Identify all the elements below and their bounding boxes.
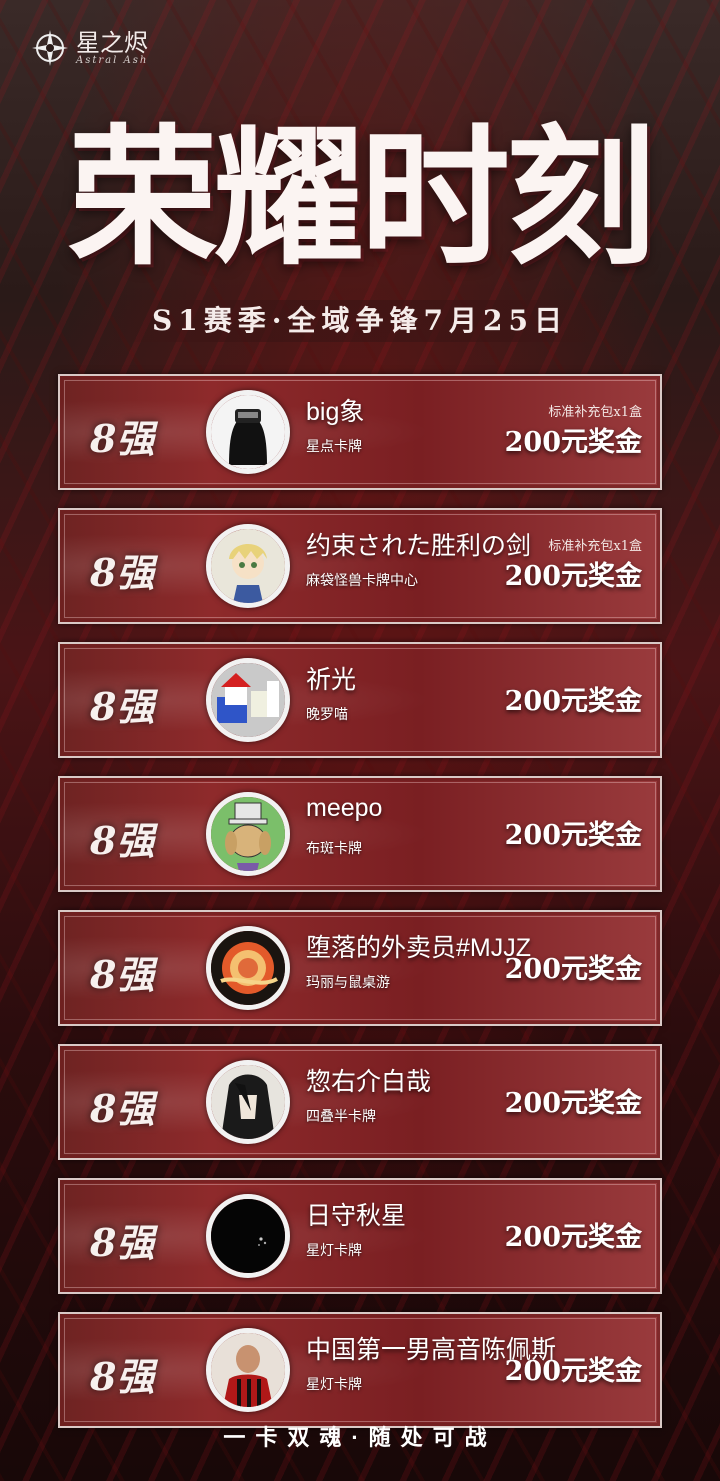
list-item: 8强 祈光 晚罗喵 200元奖金 [58,642,662,758]
rank-label: 8强 [90,550,155,595]
list-item: 8强 约束された胜利の剑 麻袋怪兽卡牌中心 标准补充包x1盒 200元奖金 [58,508,662,624]
football-player-avatar [206,1328,290,1412]
list-item: 8强 meepo 布斑卡牌 200元奖金 [58,776,662,892]
footer-slogan: 一卡双魂·随处可战 [223,1425,497,1450]
reward-prize: 200元奖金 [504,1355,642,1387]
club-name: 星点卡牌 [306,438,362,454]
reward: 标准补充包x1盒 200元奖金 [505,376,642,484]
rank-label: 8强 [90,1220,155,1265]
list-item: 8强 堕落的外卖员#MJJZ 玛丽与鼠桌游 200元奖金 [58,910,662,1026]
club-name: 星灯卡牌 [306,1242,362,1258]
reward: 200元奖金 [505,778,642,886]
rank-label: 8强 [90,818,155,863]
cartoon-dog-tophat-avatar [206,792,290,876]
anime-knight-avatar [206,524,290,608]
season-subtitle: S1赛季·全域争锋7月25日 [110,300,610,342]
page-title: 荣耀时刻 [67,110,656,286]
swirl-emblem-avatar [206,926,290,1010]
list-item: 8强 big象 星点卡牌 标准补充包x1盒 200元奖金 [58,374,662,490]
player-name: 祈光 [306,666,357,694]
ranking-list: 8强 big象 星点卡牌 标准补充包x1盒 200元奖金 8强 约束された胜利の… [58,374,662,1446]
reward-prize: 200元奖金 [504,1221,642,1253]
reward: 200元奖金 [505,1314,642,1422]
reward: 200元奖金 [505,912,642,1020]
player-name: meepo [306,794,383,822]
player-name: 堕落的外卖员#MJJZ [306,934,532,962]
reward: 200元奖金 [505,644,642,752]
reward-prize: 200元奖金 [504,561,642,592]
club-name: 星灯卡牌 [306,1376,362,1392]
club-name: 晚罗喵 [306,706,348,722]
brand-logo: 星之烬 Astral Ash [30,28,148,68]
list-item: 8强 惣右介白哉 四叠半卡牌 200元奖金 [58,1044,662,1160]
rank-label: 8强 [90,952,155,997]
rank-label: 8强 [90,1354,155,1399]
club-name: 布斑卡牌 [306,840,362,856]
player-name: 约束された胜利の剑 [306,532,532,560]
reward: 标准补充包x1盒 200元奖金 [505,510,642,618]
dark-haired-character-avatar [206,1060,290,1144]
player-name: big象 [306,398,365,426]
dark-hooded-figure-avatar [206,390,290,474]
reward-prize: 200元奖金 [504,685,642,717]
reward-prize: 200元奖金 [504,953,642,985]
club-name: 麻袋怪兽卡牌中心 [306,572,418,588]
brand-name: 星之烬 [76,28,148,57]
star-logo-icon [32,30,68,66]
rank-label: 8强 [90,416,155,461]
club-name: 四叠半卡牌 [306,1108,376,1124]
black-night-avatar [206,1194,290,1278]
reward-pack: 标准补充包x1盒 [548,539,642,554]
reward: 200元奖金 [505,1046,642,1154]
reward-prize: 200元奖金 [504,1087,642,1119]
pixel-building-avatar [206,658,290,742]
reward: 200元奖金 [505,1180,642,1288]
reward-prize: 200元奖金 [504,819,642,851]
player-name: 日守秋星 [306,1202,407,1230]
reward-prize: 200元奖金 [504,427,642,458]
rank-label: 8强 [90,1086,155,1131]
player-name: 惣右介白哉 [306,1068,432,1096]
club-name: 玛丽与鼠桌游 [306,974,390,990]
brand-name-en: Astral Ash [76,54,149,66]
reward-pack: 标准补充包x1盒 [548,405,642,420]
list-item: 8强 中国第一男高音陈佩斯 星灯卡牌 200元奖金 [58,1312,662,1428]
list-item: 8强 日守秋星 星灯卡牌 200元奖金 [58,1178,662,1294]
rank-label: 8强 [90,684,155,729]
